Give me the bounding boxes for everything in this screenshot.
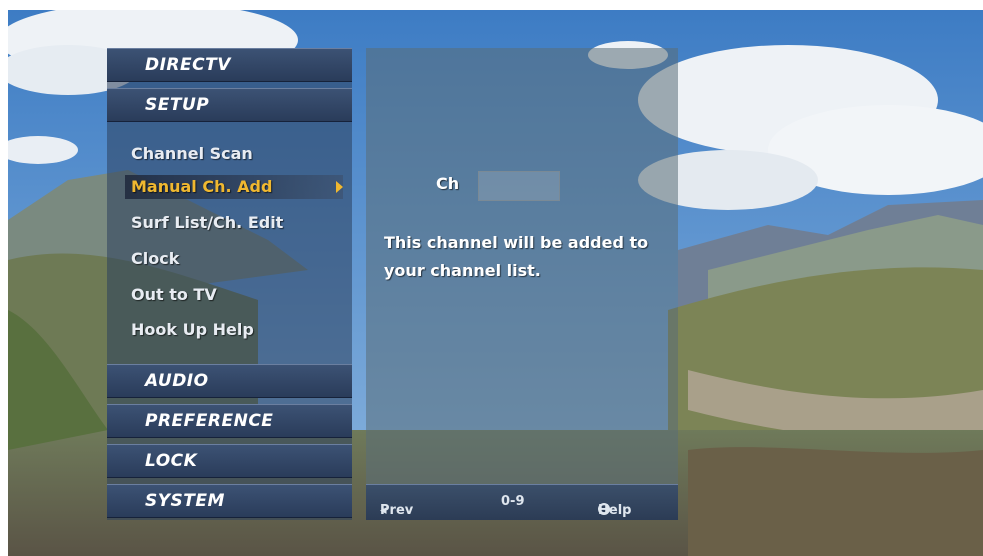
channel-number-input[interactable] [478,171,560,201]
menu-item-manual-ch-add[interactable]: Manual Ch. Add [107,169,352,205]
section-preference[interactable]: PREFERENCE [107,404,352,438]
brand-header: DIRECTV [107,48,352,82]
menu-item-label: Surf List/Ch. Edit [131,213,284,232]
menu-item-clock[interactable]: Clock [107,241,352,277]
help-label: Help [598,503,632,518]
channel-add-panel: Ch This channel will be added to your ch… [366,48,678,520]
menu-item-surf-list[interactable]: Surf List/Ch. Edit [107,205,352,241]
menu-item-out-to-tv[interactable]: Out to TV [107,277,352,313]
section-system[interactable]: SYSTEM [107,484,352,518]
info-message: This channel will be added to your chann… [384,233,649,280]
section-setup[interactable]: SETUP [107,88,352,122]
menu-item-hook-up-help[interactable]: Hook Up Help [107,312,352,348]
right-arrow-icon [336,181,343,193]
section-lock[interactable]: LOCK [107,444,352,478]
channel-label: Ch [436,174,460,193]
setup-menu: DIRECTV SETUP Channel Scan Manual Ch. Ad… [107,48,352,520]
menu-item-label: Hook Up Help [131,320,254,339]
menu-item-label: Manual Ch. Add [131,177,273,196]
prev-label: Prev [380,503,414,518]
section-audio[interactable]: AUDIO [107,364,352,398]
menu-item-label: Out to TV [131,285,217,304]
menu-item-label: Clock [131,249,180,268]
menu-item-label: Channel Scan [131,144,253,163]
menu-item-channel-scan[interactable]: Channel Scan [107,136,352,172]
panel-footer: ◂ Prev 0-9 ● Help [366,484,678,520]
digits-hint: 0-9 [501,494,525,509]
